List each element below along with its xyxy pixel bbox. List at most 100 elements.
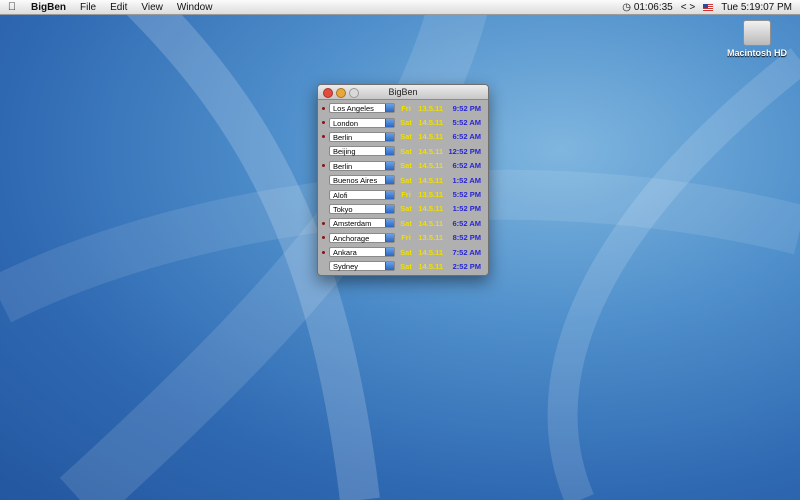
minimize-button[interactable] xyxy=(336,88,346,98)
city-label: Sydney xyxy=(333,262,359,272)
menu-edit[interactable]: Edit xyxy=(103,2,134,13)
day-label: Sat xyxy=(400,218,412,228)
city-select[interactable]: London xyxy=(329,117,395,128)
clock-row: Berlin Sat 14.5.11 6:52 AM xyxy=(318,159,488,173)
date-label: 13.5.11 xyxy=(418,103,443,113)
drive-label: Macintosh HD xyxy=(726,48,787,58)
select-arrows-icon xyxy=(385,118,394,127)
day-label: Sat xyxy=(400,146,412,156)
select-arrows-icon xyxy=(385,190,394,199)
clock-extra[interactable]: ◷ 01:06:35 xyxy=(622,2,672,13)
menu-bar:  BigBen File Edit View Window ◷ 01:06:3… xyxy=(0,0,800,15)
window-titlebar[interactable]: BigBen xyxy=(318,85,488,100)
menu-window[interactable]: Window xyxy=(170,2,220,13)
clock-row: Buenos Aires Sat 14.5.11 1:52 AM xyxy=(318,173,488,187)
date-label: 13.5.11 xyxy=(418,190,443,200)
time-label: 8:52 PM xyxy=(452,233,481,243)
menu-extras: ◷ 01:06:35 < > Tue 5:19:07 PM xyxy=(622,2,800,13)
zoom-button[interactable] xyxy=(349,88,359,98)
nav-arrows[interactable]: < > xyxy=(681,2,695,13)
row-marker xyxy=(321,221,326,225)
row-marker xyxy=(321,265,326,268)
row-marker xyxy=(321,135,326,139)
time-label: 6:52 AM xyxy=(452,218,481,228)
city-label: London xyxy=(333,118,359,128)
city-label: Alofi xyxy=(333,190,348,200)
city-label: Berlin xyxy=(333,132,353,142)
select-arrows-icon xyxy=(385,219,394,228)
select-arrows-icon xyxy=(385,161,394,170)
row-marker xyxy=(321,236,326,240)
date-label: 13.5.11 xyxy=(418,233,443,243)
macintosh-hd-desktop-icon[interactable]: Macintosh HD xyxy=(722,20,792,58)
city-select[interactable]: Beijing xyxy=(329,146,395,157)
city-select[interactable]: Buenos Aires xyxy=(329,175,395,186)
day-label: Fri xyxy=(401,103,411,113)
city-select[interactable]: Tokyo xyxy=(329,203,395,214)
date-label: 14.5.11 xyxy=(418,132,443,142)
city-select[interactable]: Alofi xyxy=(329,189,395,200)
select-arrows-icon xyxy=(385,104,394,113)
row-marker xyxy=(321,121,326,125)
menu-file[interactable]: File xyxy=(73,2,103,13)
day-label: Sat xyxy=(400,118,412,128)
us-flag-icon[interactable] xyxy=(703,3,714,11)
date-label: 14.5.11 xyxy=(418,146,443,156)
city-label: Anchorage xyxy=(333,233,370,243)
day-label: Sat xyxy=(400,161,412,171)
city-select[interactable]: Berlin xyxy=(329,160,395,171)
city-label: Berlin xyxy=(333,161,353,171)
select-arrows-icon xyxy=(385,233,394,242)
date-label: 14.5.11 xyxy=(418,204,443,214)
hard-drive-icon xyxy=(743,20,771,46)
city-label: Ankara xyxy=(333,248,357,258)
clock-row: Berlin Sat 14.5.11 6:52 AM xyxy=(318,130,488,144)
date-label: 14.5.11 xyxy=(418,247,443,257)
apple-logo-icon[interactable]:  xyxy=(0,1,24,13)
city-select[interactable]: Sydney xyxy=(329,261,395,272)
time-label: 2:52 PM xyxy=(452,261,481,271)
time-label: 5:52 AM xyxy=(452,118,481,128)
date-label: 14.5.11 xyxy=(418,261,443,271)
menu-app-name[interactable]: BigBen xyxy=(24,2,73,13)
select-arrows-icon xyxy=(385,262,394,271)
row-marker xyxy=(321,106,326,110)
date-label: 14.5.11 xyxy=(418,161,443,171)
day-label: Sat xyxy=(400,132,412,142)
row-marker xyxy=(321,207,326,210)
time-label: 9:52 PM xyxy=(452,103,481,113)
city-select[interactable]: Los Angeles xyxy=(329,103,395,114)
day-label: Sat xyxy=(400,261,412,271)
city-select[interactable]: Ankara xyxy=(329,247,395,258)
close-button[interactable] xyxy=(323,88,333,98)
time-label: 1:52 AM xyxy=(452,175,481,185)
menu-clock[interactable]: Tue 5:19:07 PM xyxy=(721,2,792,13)
date-label: 14.5.11 xyxy=(418,118,443,128)
window-title: BigBen xyxy=(388,87,418,97)
day-label: Fri xyxy=(401,233,411,243)
clock-row: Tokyo Sat 14.5.11 1:52 PM xyxy=(318,202,488,216)
clock-icon: ◷ xyxy=(622,1,632,13)
city-label: Amsterdam xyxy=(333,219,372,229)
clock-row: Beijing Sat 14.5.11 12:52 PM xyxy=(318,144,488,158)
date-label: 14.5.11 xyxy=(418,175,443,185)
clock-row: Sydney Sat 14.5.11 2:52 PM xyxy=(318,259,488,273)
clock-row: Ankara Sat 14.5.11 7:52 AM xyxy=(318,245,488,259)
menu-view[interactable]: View xyxy=(134,2,170,13)
day-label: Sat xyxy=(400,204,412,214)
bigben-window: BigBen Los Angeles Fri 13.5.11 9:52 PM Londo… xyxy=(317,84,489,276)
day-label: Sat xyxy=(400,247,412,257)
clock-row: Los Angeles Fri 13.5.11 9:52 PM xyxy=(318,101,488,115)
clock-row: Amsterdam Sat 14.5.11 6:52 AM xyxy=(318,216,488,230)
time-label: 6:52 AM xyxy=(452,161,481,171)
row-marker xyxy=(321,164,326,168)
city-select[interactable]: Berlin xyxy=(329,131,395,142)
time-label: 1:52 PM xyxy=(452,204,481,214)
row-marker xyxy=(321,193,326,196)
city-label: Los Angeles xyxy=(333,104,374,114)
city-select[interactable]: Amsterdam xyxy=(329,218,395,229)
city-select[interactable]: Anchorage xyxy=(329,232,395,243)
select-arrows-icon xyxy=(385,204,394,213)
time-label: 5:52 PM xyxy=(452,190,481,200)
city-label: Beijing xyxy=(333,147,356,157)
